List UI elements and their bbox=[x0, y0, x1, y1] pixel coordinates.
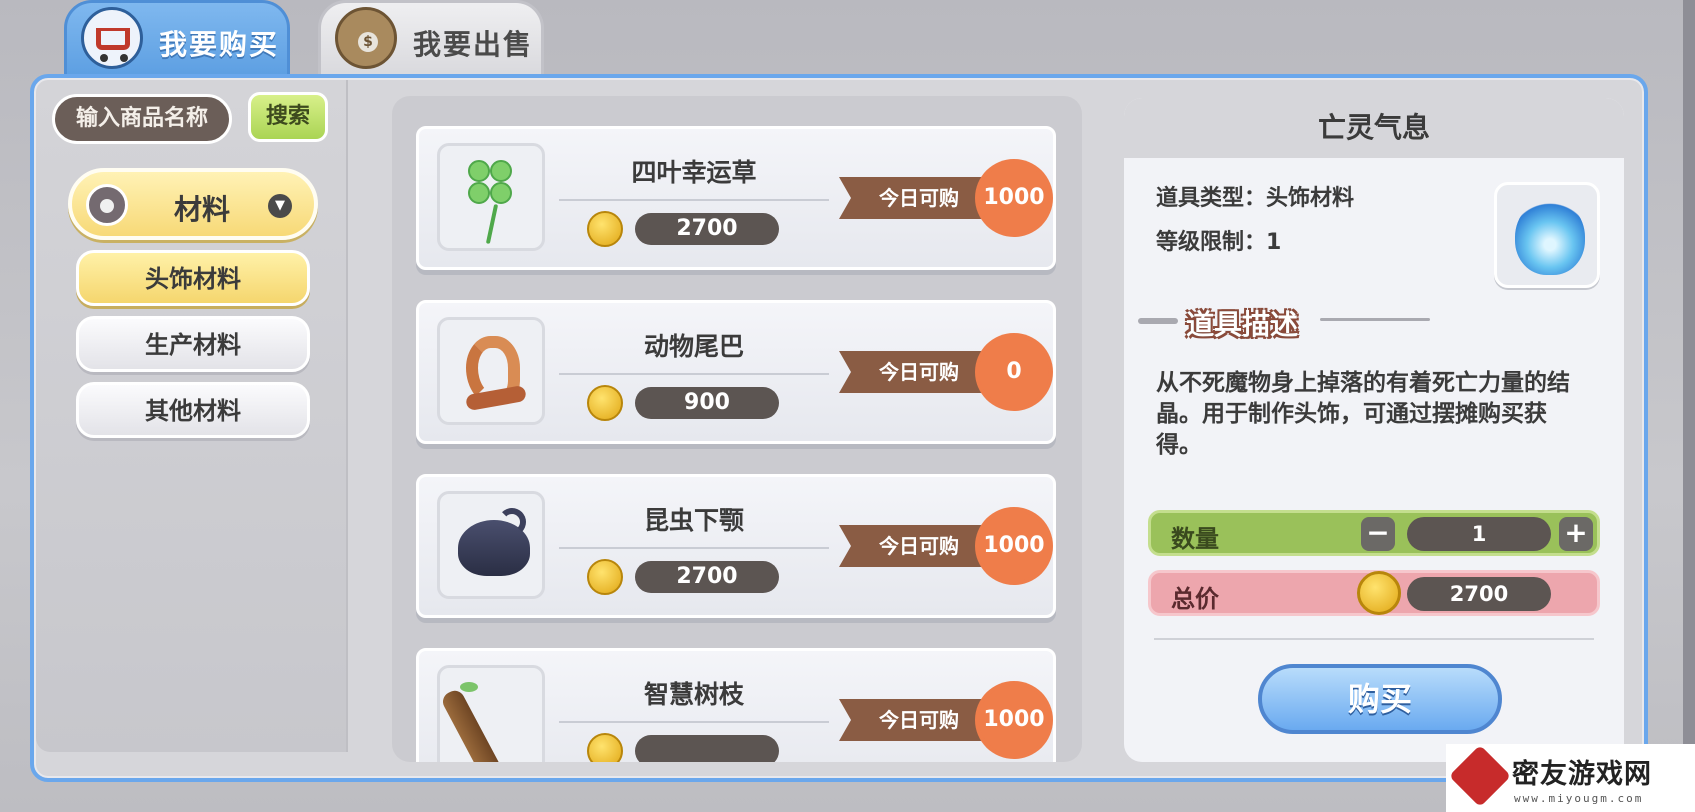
coin-icon bbox=[1357, 571, 1401, 615]
coin-icon bbox=[587, 559, 623, 595]
ornament-left bbox=[1138, 318, 1178, 324]
coin-icon bbox=[587, 211, 623, 247]
item-detail-panel: 亡灵气息 道具类型：头饰材料 等级限制：1 道具描述 从不死魔物身上掉落的有着死… bbox=[1124, 98, 1624, 762]
level-requirement: 等级限制：1 bbox=[1156, 230, 1282, 255]
quota-label: 今日可购 bbox=[839, 351, 999, 393]
quota-badge: 1000 bbox=[979, 511, 1049, 581]
description-heading: 道具描述 bbox=[1186, 308, 1299, 341]
increment-button[interactable]: + bbox=[1559, 517, 1593, 551]
subcategory-headwear[interactable]: 头饰材料 bbox=[76, 250, 310, 306]
watermark-text: 密友游戏网 bbox=[1512, 759, 1652, 790]
clover-icon bbox=[437, 143, 545, 251]
product-list: 四叶幸运草 2700 今日可购 1000 动物尾巴 900 今日可购 0 昆虫下… bbox=[392, 96, 1082, 762]
buy-button[interactable]: 购买 bbox=[1258, 664, 1502, 734]
decrement-button[interactable]: − bbox=[1361, 517, 1395, 551]
item-name: 四叶幸运草 bbox=[631, 158, 757, 187]
item-type: 道具类型：头饰材料 bbox=[1156, 186, 1355, 211]
quantity-value[interactable]: 1 bbox=[1407, 517, 1551, 551]
list-item[interactable]: 动物尾巴 900 今日可购 0 bbox=[416, 300, 1056, 444]
quantity-label: 数量 bbox=[1171, 525, 1219, 553]
item-name: 昆虫下颚 bbox=[643, 506, 744, 535]
list-item[interactable]: 四叶幸运草 2700 今日可购 1000 bbox=[416, 126, 1056, 270]
tab-sell[interactable]: $ 我要出售 bbox=[318, 0, 544, 76]
item-price bbox=[635, 735, 779, 762]
quota-badge: 1000 bbox=[979, 163, 1049, 233]
quota-label: 今日可购 bbox=[839, 699, 999, 741]
quota-badge: 1000 bbox=[979, 685, 1049, 755]
list-item[interactable]: 昆虫下颚 2700 今日可购 1000 bbox=[416, 474, 1056, 618]
description-text: 从不死魔物身上掉落的有着死亡力量的结晶。用于制作头饰，可通过摆摊购买获得。 bbox=[1156, 370, 1570, 458]
total-price-row: 总价 2700 bbox=[1148, 570, 1600, 616]
quota-label: 今日可购 bbox=[839, 177, 999, 219]
shopping-cart-icon bbox=[81, 7, 143, 69]
tab-buy-label: 我要购买 bbox=[159, 28, 280, 61]
coin-icon bbox=[587, 733, 623, 762]
tail-icon bbox=[437, 317, 545, 425]
watermark-url: www.miyougm.com bbox=[1514, 792, 1644, 805]
subcategory-other[interactable]: 其他材料 bbox=[76, 382, 310, 438]
coin-icon bbox=[587, 385, 623, 421]
detail-title: 亡灵气息 bbox=[1124, 98, 1624, 158]
divider bbox=[559, 199, 829, 201]
watermark: 密友游戏网 www.miyougm.com bbox=[1446, 744, 1695, 812]
money-bag-icon: $ bbox=[335, 7, 397, 69]
divider bbox=[559, 721, 829, 723]
divider bbox=[559, 547, 829, 549]
item-name: 智慧树枝 bbox=[643, 680, 744, 709]
total-value: 2700 bbox=[1407, 577, 1551, 611]
divider bbox=[559, 373, 829, 375]
search-input[interactable]: 输入商品名称 bbox=[52, 94, 232, 144]
divider bbox=[1154, 638, 1594, 640]
site-logo-icon bbox=[1448, 744, 1512, 808]
list-item[interactable]: 智慧树枝 今日可购 1000 bbox=[416, 648, 1056, 762]
blue-flame-icon bbox=[1494, 182, 1600, 288]
tab-sell-label: 我要出售 bbox=[413, 28, 534, 61]
ornament-right bbox=[1320, 318, 1430, 321]
item-price: 2700 bbox=[635, 561, 779, 593]
subcategory-production[interactable]: 生产材料 bbox=[76, 316, 310, 372]
tab-buy[interactable]: 我要购买 bbox=[64, 0, 290, 76]
item-price: 2700 bbox=[635, 213, 779, 245]
chevron-down-icon: ▼ bbox=[268, 194, 292, 218]
quantity-stepper: 数量 − 1 + bbox=[1148, 510, 1600, 556]
item-price: 900 bbox=[635, 387, 779, 419]
insect-jaw-icon bbox=[437, 491, 545, 599]
search-button[interactable]: 搜索 bbox=[248, 92, 328, 142]
flask-icon bbox=[86, 184, 128, 226]
category-label: 材料 bbox=[174, 193, 231, 226]
category-dropdown[interactable]: 材料 ▼ bbox=[68, 168, 318, 240]
branch-icon bbox=[437, 665, 545, 762]
quota-badge: 0 bbox=[979, 337, 1049, 407]
window-edge bbox=[1683, 0, 1695, 812]
item-name: 动物尾巴 bbox=[643, 332, 744, 361]
quota-label: 今日可购 bbox=[839, 525, 999, 567]
total-label: 总价 bbox=[1171, 585, 1219, 613]
